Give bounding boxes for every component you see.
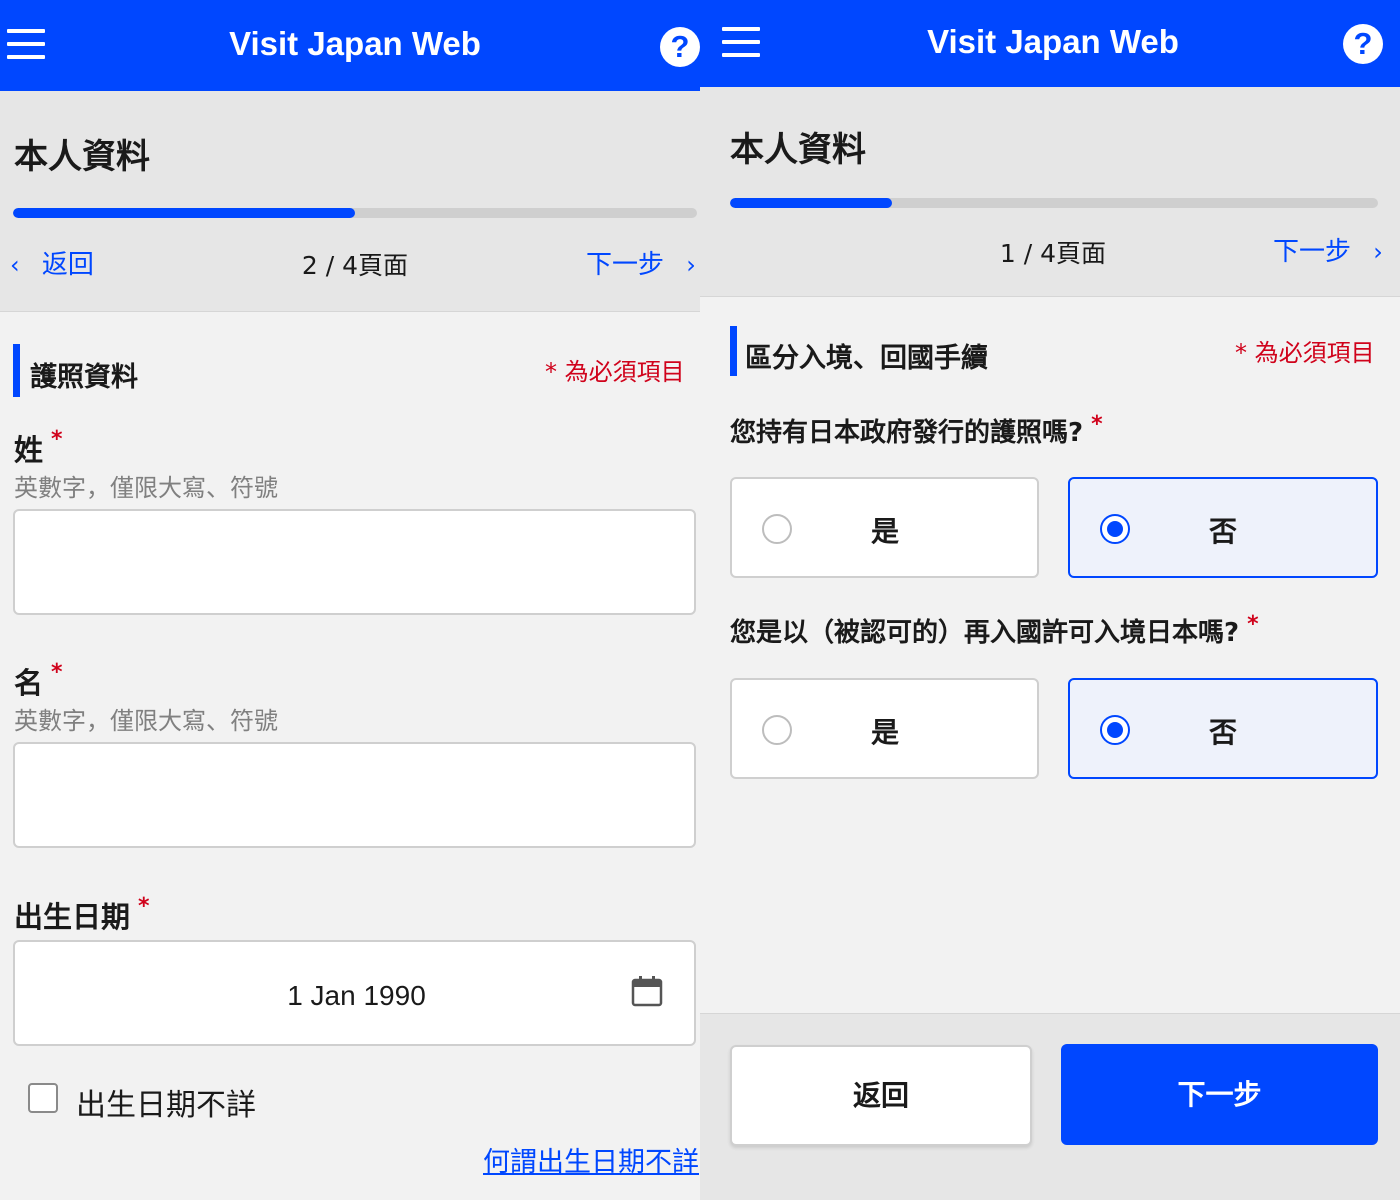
calendar-icon[interactable] <box>631 975 663 1007</box>
back-link-label: 返回 <box>41 250 94 280</box>
reentry-question: 您是以（被認可的）再入國許可入境日本嗎? * <box>730 612 1259 649</box>
page-indicator: 1 / 4頁面 <box>999 239 1107 268</box>
right-screen: Visit Japan Web ? 本人資料 1 / 4頁面 下一步 › 區分入… <box>700 0 1400 1200</box>
required-note: * 為必須項目 <box>1235 339 1375 367</box>
left-screen: Visit Japan Web ? 本人資料 ‹ 返回 2 / 4頁面 下一步 … <box>0 0 700 1200</box>
unknown-birth-help-link[interactable]: 何謂出生日期不詳 <box>483 1140 699 1179</box>
back-button[interactable]: 返回 <box>730 1045 1032 1146</box>
given-name-label-text: 名 <box>14 666 44 700</box>
chevron-left-icon: ‹ <box>10 251 20 279</box>
option-label: 是 <box>870 716 899 749</box>
option-label: 是 <box>870 515 899 548</box>
section-title: 區分入境、回國手續 <box>745 343 988 374</box>
passport-yes-option[interactable]: 是 <box>730 477 1039 578</box>
chevron-right-icon: › <box>686 251 696 279</box>
required-star: * <box>51 660 63 685</box>
surname-label-text: 姓 <box>14 433 44 467</box>
chevron-right-icon: › <box>1373 238 1383 266</box>
menu-icon[interactable] <box>7 29 45 59</box>
page-title: 本人資料 <box>14 137 150 177</box>
reentry-no-option[interactable]: 否 <box>1068 678 1378 779</box>
back-link[interactable]: ‹ 返回 <box>10 244 94 281</box>
next-link-label: 下一步 <box>586 250 665 280</box>
unknown-birth-checkbox[interactable] <box>28 1083 58 1113</box>
progress-fill <box>730 198 892 208</box>
page-indicator: 2 / 4頁面 <box>301 251 409 280</box>
birth-date-value: 1 Jan 1990 <box>287 980 426 1011</box>
help-icon[interactable]: ? <box>660 27 700 67</box>
next-link[interactable]: 下一步 › <box>1273 231 1383 268</box>
passport-question-text: 您持有日本政府發行的護照嗎? <box>730 418 1084 448</box>
menu-icon[interactable] <box>722 27 760 57</box>
reentry-question-text: 您是以（被認可的）再入國許可入境日本嗎? <box>730 618 1240 648</box>
progress-bar <box>13 208 697 218</box>
next-link[interactable]: 下一步 › <box>586 244 696 281</box>
required-star: * <box>1091 412 1103 437</box>
given-name-label: 名 * <box>14 660 63 702</box>
birth-date-label-text: 出生日期 <box>14 900 131 934</box>
given-name-input[interactable] <box>13 742 696 848</box>
next-link-label: 下一步 <box>1273 237 1352 267</box>
option-label: 否 <box>1208 515 1237 548</box>
app-title: Visit Japan Web <box>229 25 481 62</box>
required-star: * <box>138 894 150 919</box>
app-title: Visit Japan Web <box>927 23 1179 60</box>
help-icon[interactable]: ? <box>1343 24 1383 64</box>
progress-bar <box>730 198 1378 208</box>
next-button[interactable]: 下一步 <box>1061 1044 1378 1145</box>
unknown-birth-label: 出生日期不詳 <box>76 1088 256 1123</box>
section-accent-bar <box>13 344 20 397</box>
page-title: 本人資料 <box>730 130 866 170</box>
progress-fill <box>13 208 355 218</box>
required-note: * 為必須項目 <box>545 358 685 386</box>
required-star: * <box>51 427 63 452</box>
top-bar: Visit Japan Web ? <box>0 0 700 91</box>
birth-date-label: 出生日期 * <box>14 894 150 936</box>
section-accent-bar <box>730 326 737 376</box>
passport-no-option[interactable]: 否 <box>1068 477 1378 578</box>
passport-question: 您持有日本政府發行的護照嗎? * <box>730 412 1103 449</box>
section-title: 護照資料 <box>30 362 138 393</box>
given-name-hint: 英數字，僅限大寫、符號 <box>14 707 278 735</box>
reentry-yes-option[interactable]: 是 <box>730 678 1039 779</box>
option-label: 否 <box>1208 716 1237 749</box>
required-star: * <box>1247 612 1259 637</box>
surname-hint: 英數字，僅限大寫、符號 <box>14 474 278 502</box>
birth-date-input[interactable]: 1 Jan 1990 <box>13 940 696 1046</box>
surname-label: 姓 * <box>14 427 63 469</box>
surname-input[interactable] <box>13 509 696 615</box>
top-bar: Visit Japan Web ? <box>700 0 1400 87</box>
